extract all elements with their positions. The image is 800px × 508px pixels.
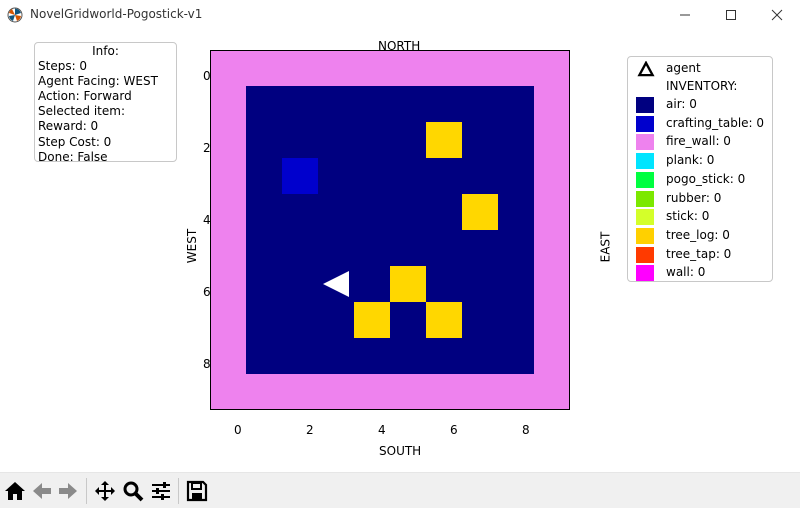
toolbar-separator: [178, 478, 179, 504]
legend-item-label: tree_log: 0: [666, 227, 730, 242]
legend-item-label: wall: 0: [666, 265, 706, 280]
info-title: Info:: [92, 44, 119, 58]
legend-swatch: [636, 246, 654, 263]
zoom-icon: [123, 481, 144, 502]
home-icon: [5, 482, 25, 500]
legend-swatch: [636, 209, 654, 226]
legend-item: wall: 0: [628, 264, 774, 282]
legend-item-label: tree_tap: 0: [666, 246, 732, 261]
pan-button[interactable]: [93, 479, 117, 503]
info-steps: Steps: 0: [38, 59, 88, 74]
close-icon: [771, 9, 783, 21]
west-label: WEST: [185, 228, 200, 264]
legend-swatch: [636, 265, 654, 282]
navigation-toolbar: [0, 472, 800, 508]
legend-item-label: pogo_stick: 0: [666, 171, 746, 186]
info-agent-facing: Agent Facing: WEST: [38, 74, 158, 89]
title-bar: NovelGridworld-Pogostick-v1: [0, 0, 800, 30]
tree-log-cell: [426, 122, 462, 158]
tree-log-cell: [354, 302, 390, 338]
pan-icon: [95, 481, 115, 501]
matplotlib-logo-icon: [7, 7, 23, 23]
back-arrow-icon: [33, 483, 51, 499]
info-reward: Reward: 0: [38, 119, 99, 134]
info-selected-item: Selected item:: [38, 104, 125, 119]
configure-subplots-button[interactable]: [149, 479, 173, 503]
maximize-icon: [726, 10, 736, 20]
legend-item-label: crafting_table: 0: [666, 115, 765, 130]
back-button[interactable]: [30, 479, 54, 503]
legend-swatch: [636, 227, 654, 244]
legend-item: stick: 0: [628, 208, 774, 226]
crafting-table-cell: [282, 158, 318, 194]
legend-agent-row: agent: [628, 60, 774, 78]
legend-inventory-heading-row: INVENTORY:: [628, 78, 774, 96]
legend-swatch: [636, 190, 654, 207]
info-step-cost: Step Cost: 0: [38, 134, 112, 149]
agent-triangle-icon: [637, 61, 655, 77]
legend-item-label: air: 0: [666, 97, 697, 111]
legend-item: air: 0: [628, 96, 774, 114]
legend-swatch: [636, 153, 654, 170]
forward-arrow-icon: [59, 483, 77, 499]
info-action: Action: Forward: [38, 89, 132, 104]
legend-item: plank: 0: [628, 152, 774, 170]
legend-item: pogo_stick: 0: [628, 171, 774, 189]
save-icon: [186, 480, 208, 502]
east-label: EAST: [598, 231, 613, 263]
zoom-button[interactable]: [121, 479, 145, 503]
forward-button[interactable]: [56, 479, 80, 503]
info-panel: Info: Steps: 0 Agent Facing: WEST Action…: [34, 42, 177, 164]
home-button[interactable]: [3, 479, 27, 503]
toolbar-separator: [86, 478, 87, 504]
legend-swatch: [636, 134, 654, 151]
south-label: SOUTH: [379, 444, 422, 458]
legend-item: fire_wall: 0: [628, 133, 774, 151]
legend-item-label: rubber: 0: [666, 190, 722, 205]
tree-log-cell: [390, 266, 426, 302]
minimize-button[interactable]: [662, 0, 708, 30]
legend-agent-label: agent: [666, 61, 701, 75]
legend-swatch: [636, 97, 654, 113]
legend-inventory-heading: INVENTORY:: [666, 79, 738, 93]
legend-item-label: fire_wall: 0: [666, 134, 731, 149]
minimize-icon: [680, 14, 690, 16]
legend-item-label: plank: 0: [666, 153, 715, 168]
legend-item: tree_log: 0: [628, 227, 774, 245]
window-title: NovelGridworld-Pogostick-v1: [30, 7, 203, 21]
info-done: Done: False: [38, 149, 108, 164]
grid-map: [210, 50, 570, 410]
save-button[interactable]: [185, 479, 209, 503]
legend-item: crafting_table: 0: [628, 115, 774, 133]
legend-panel: agent INVENTORY: air: 0 crafting_table: 0…: [627, 56, 773, 282]
maximize-button[interactable]: [708, 0, 754, 30]
tree-log-cell: [462, 194, 498, 230]
legend-item: tree_tap: 0: [628, 246, 774, 264]
legend-item: rubber: 0: [628, 190, 774, 208]
legend-swatch: [636, 171, 654, 188]
configure-subplots-icon: [152, 482, 170, 500]
tree-log-cell: [426, 302, 462, 338]
legend-swatch: [636, 115, 654, 132]
close-button[interactable]: [754, 0, 800, 30]
legend-item-label: stick: 0: [666, 209, 710, 224]
